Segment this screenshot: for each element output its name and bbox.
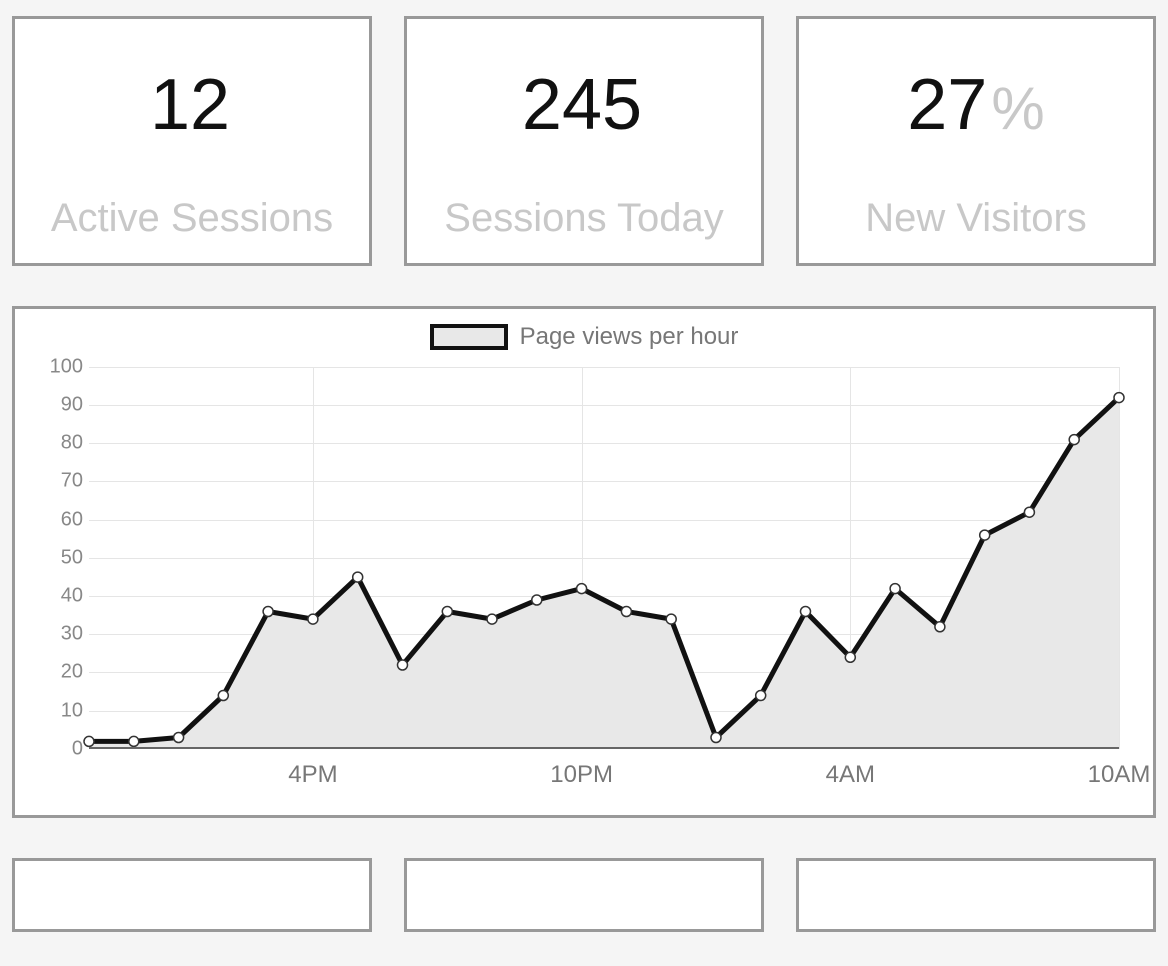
chart-data-point[interactable] (890, 583, 900, 593)
stat-suffix: % (991, 75, 1044, 142)
bottom-row (12, 858, 1156, 932)
chart-data-point[interactable] (84, 736, 94, 746)
stats-row: 12 Active Sessions 245 Sessions Today 27… (12, 16, 1156, 266)
chart-y-tick: 60 (29, 508, 83, 531)
chart-data-point[interactable] (174, 732, 184, 742)
stat-card-new-visitors: 27% New Visitors (796, 16, 1156, 266)
chart-data-point[interactable] (129, 736, 139, 746)
chart-data-point[interactable] (487, 614, 497, 624)
chart-data-point[interactable] (980, 530, 990, 540)
legend-label: Page views per hour (520, 323, 739, 351)
stat-number: 27 (907, 65, 987, 145)
stat-value: 245 (425, 55, 743, 156)
dashboard-page: 12 Active Sessions 245 Sessions Today 27… (0, 0, 1168, 948)
chart-gridline-v (1119, 367, 1120, 749)
chart-data-point[interactable] (711, 732, 721, 742)
chart-data-point[interactable] (1114, 392, 1124, 402)
chart-data-point[interactable] (532, 595, 542, 605)
chart-data-point[interactable] (801, 606, 811, 616)
chart-x-axis-line (89, 747, 1119, 749)
chart-data-point[interactable] (666, 614, 676, 624)
chart-data-point[interactable] (263, 606, 273, 616)
chart-y-tick: 70 (29, 470, 83, 493)
chart-y-tick: 20 (29, 661, 83, 684)
stat-label: Active Sessions (33, 196, 351, 241)
chart-y-tick: 0 (29, 737, 83, 760)
chart-x-tick: 4PM (288, 761, 337, 789)
chart-y-tick: 50 (29, 546, 83, 569)
chart-data-point[interactable] (756, 690, 766, 700)
chart-y-tick: 30 (29, 623, 83, 646)
chart-data-point[interactable] (308, 614, 318, 624)
chart-data-point[interactable] (621, 606, 631, 616)
chart-data-point[interactable] (398, 660, 408, 670)
chart-data-point[interactable] (218, 690, 228, 700)
bottom-card-2 (404, 858, 764, 932)
chart-plot (89, 367, 1119, 749)
chart-data-point[interactable] (442, 606, 452, 616)
chart-data-point[interactable] (1069, 434, 1079, 444)
chart-x-tick: 4AM (826, 761, 875, 789)
chart-data-point[interactable] (935, 622, 945, 632)
bottom-card-3 (796, 858, 1156, 932)
chart-y-tick: 100 (29, 355, 83, 378)
chart-x-tick: 10AM (1088, 761, 1151, 789)
area-chart-svg (89, 367, 1119, 749)
chart-legend: Page views per hour (29, 323, 1139, 351)
stat-label: New Visitors (817, 196, 1135, 241)
chart-card-page-views: Page views per hour 0 10 20 30 40 50 60 70 80 90 1… (12, 306, 1156, 818)
chart-y-tick: 40 (29, 584, 83, 607)
stat-number: 245 (522, 65, 642, 145)
chart-y-tick: 80 (29, 432, 83, 455)
chart-x-tick: 10PM (550, 761, 613, 789)
stat-value: 27% (817, 55, 1135, 156)
stat-card-active-sessions: 12 Active Sessions (12, 16, 372, 266)
chart-y-tick: 10 (29, 699, 83, 722)
stat-number: 12 (150, 65, 230, 145)
legend-swatch-icon (430, 324, 508, 350)
chart-data-point[interactable] (353, 572, 363, 582)
chart-data-point[interactable] (577, 583, 587, 593)
chart-data-point[interactable] (1024, 507, 1034, 517)
bottom-card-1 (12, 858, 372, 932)
stat-value: 12 (33, 55, 351, 156)
chart-y-tick: 90 (29, 393, 83, 416)
stat-card-sessions-today: 245 Sessions Today (404, 16, 764, 266)
chart-data-point[interactable] (845, 652, 855, 662)
chart-plot-area: 0102030405060708090100 4PM10PM4AM10AM (29, 357, 1139, 797)
stat-label: Sessions Today (425, 196, 743, 241)
